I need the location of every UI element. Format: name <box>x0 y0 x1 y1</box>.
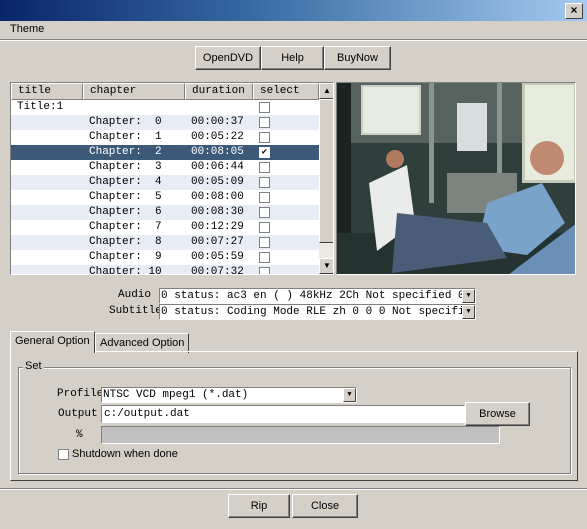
menu-bar: Theme <box>0 21 587 39</box>
chapter-name: Chapter: 5 <box>89 191 162 203</box>
chapter-row[interactable]: Chapter: 6 00:08:30 <box>11 205 319 220</box>
progress-bar <box>101 426 500 444</box>
chapter-duration: 00:00:37 <box>191 116 244 128</box>
tab-advanced-option[interactable]: Advanced Option <box>95 333 190 353</box>
chapter-row[interactable]: Chapter: 1 00:05:22 <box>11 130 319 145</box>
chapter-row[interactable]: Chapter: 7 00:12:29 <box>11 220 319 235</box>
chapter-select-checkbox[interactable] <box>259 192 270 203</box>
close-button[interactable]: Close <box>292 494 358 518</box>
column-header-title[interactable]: title <box>11 83 83 100</box>
audio-select[interactable]: 0 status: ac3 en ( ) 48kHz 2Ch Not speci… <box>159 288 476 304</box>
chapter-name: Chapter: 3 <box>89 161 162 173</box>
title-bar: × <box>0 0 587 21</box>
chapter-name: Chapter: 4 <box>89 176 162 188</box>
chapter-row[interactable]: Chapter: 4 00:05:09 <box>11 175 319 190</box>
profile-label: Profile <box>57 388 104 400</box>
tab-general-option[interactable]: General Option <box>10 331 95 353</box>
scroll-down-button[interactable]: ▼ <box>319 258 333 274</box>
progress-label: % <box>76 429 83 441</box>
chapter-select-checkbox[interactable] <box>259 237 270 248</box>
menu-theme[interactable]: Theme <box>10 23 44 35</box>
scroll-up-button[interactable]: ▲ <box>319 83 333 99</box>
audio-select-value: 0 status: ac3 en ( ) 48kHz 2Ch Not speci… <box>161 290 465 302</box>
profile-select[interactable]: NTSC VCD mpeg1 (*.dat) ▼ <box>101 387 357 403</box>
chapter-row[interactable]: Chapter: 5 00:08:00 <box>11 190 319 205</box>
chapter-duration: 00:05:59 <box>191 251 244 263</box>
chapter-select-checkbox[interactable] <box>259 117 270 128</box>
output-path-input[interactable] <box>101 405 465 423</box>
title-name: Title:1 <box>17 101 64 113</box>
chapter-row[interactable]: Chapter: 2 00:08:05 ✔ <box>11 145 319 160</box>
chapter-name: Chapter: 10 <box>89 266 162 275</box>
chapter-name: Chapter: 6 <box>89 206 162 218</box>
chapter-name: Chapter: 0 <box>89 116 162 128</box>
chapter-list[interactable]: title chapter duration select Title:1 Ch… <box>10 82 334 275</box>
chapter-name: Chapter: 1 <box>89 131 162 143</box>
chapter-duration: 00:07:32 <box>191 266 244 275</box>
chapter-duration: 00:08:30 <box>191 206 244 218</box>
chapter-name: Chapter: 2 <box>89 146 162 158</box>
chapter-select-checkbox[interactable] <box>259 267 270 274</box>
chapter-row[interactable]: Chapter: 0 00:00:37 <box>11 115 319 130</box>
set-group-title: Set <box>23 360 44 372</box>
chevron-down-icon[interactable]: ▼ <box>462 289 475 303</box>
video-preview <box>336 82 576 275</box>
chapter-row[interactable]: Chapter: 3 00:06:44 <box>11 160 319 175</box>
chapter-select-checkbox[interactable]: ✔ <box>259 147 270 158</box>
chapter-list-scrollbar[interactable]: ▲ ▼ <box>319 83 333 274</box>
column-header-select[interactable]: select <box>253 83 319 100</box>
chapter-row[interactable]: Chapter: 10 00:07:32 <box>11 265 319 275</box>
open-dvd-button[interactable]: OpenDVD <box>195 46 261 70</box>
chapter-duration: 00:08:00 <box>191 191 244 203</box>
chapter-duration: 00:08:05 <box>191 146 244 158</box>
title-select-checkbox[interactable] <box>259 102 270 113</box>
chapter-name: Chapter: 9 <box>89 251 162 263</box>
chapter-select-checkbox[interactable] <box>259 252 270 263</box>
chapter-duration: 00:06:44 <box>191 161 244 173</box>
chapter-duration: 00:07:27 <box>191 236 244 248</box>
audio-label: Audio <box>118 289 152 301</box>
triangle-up-icon: ▲ <box>323 86 331 95</box>
subtitle-select-value: 0 status: Coding Mode RLE zh 0 0 0 Not s… <box>161 306 476 318</box>
browse-button[interactable]: Browse <box>465 402 530 426</box>
scroll-thumb[interactable] <box>319 99 333 243</box>
column-header-chapter[interactable]: chapter <box>83 83 185 100</box>
video-frame-image <box>337 83 575 274</box>
chapter-select-checkbox[interactable] <box>259 132 270 143</box>
help-button[interactable]: Help <box>261 46 324 70</box>
chapter-name: Chapter: 8 <box>89 236 162 248</box>
shutdown-label[interactable]: Shutdown when done <box>72 448 178 460</box>
chapter-select-checkbox[interactable] <box>259 222 270 233</box>
chapter-select-checkbox[interactable] <box>259 207 270 218</box>
chapter-rows: Title:1 Chapter: 0 00:00:37 Chapter: 1 00:0… <box>11 100 319 275</box>
chapter-list-header: title chapter duration select <box>11 83 319 100</box>
subtitle-label: Subtitle <box>109 305 162 317</box>
chevron-down-icon[interactable]: ▼ <box>462 305 475 319</box>
chapter-row[interactable]: Chapter: 9 00:05:59 <box>11 250 319 265</box>
subtitle-select[interactable]: 0 status: Coding Mode RLE zh 0 0 0 Not s… <box>159 304 476 320</box>
menu-separator <box>0 39 587 41</box>
profile-select-value: NTSC VCD mpeg1 (*.dat) <box>103 389 249 401</box>
chapter-name: Chapter: 7 <box>89 221 162 233</box>
shutdown-checkbox[interactable] <box>58 449 69 460</box>
chapter-duration: 00:12:29 <box>191 221 244 233</box>
triangle-down-icon: ▼ <box>323 261 331 270</box>
output-label: Output <box>58 408 98 420</box>
footer-separator <box>0 488 587 490</box>
chevron-down-icon[interactable]: ▼ <box>343 388 356 402</box>
chapter-select-checkbox[interactable] <box>259 162 270 173</box>
chapter-select-checkbox[interactable] <box>259 177 270 188</box>
rip-button[interactable]: Rip <box>228 494 290 518</box>
title-row[interactable]: Title:1 <box>11 100 319 115</box>
chapter-duration: 00:05:22 <box>191 131 244 143</box>
chapter-row[interactable]: Chapter: 8 00:07:27 <box>11 235 319 250</box>
chapter-duration: 00:05:09 <box>191 176 244 188</box>
window-close-button[interactable]: × <box>565 3 583 19</box>
column-header-duration[interactable]: duration <box>185 83 253 100</box>
buy-now-button[interactable]: BuyNow <box>324 46 391 70</box>
